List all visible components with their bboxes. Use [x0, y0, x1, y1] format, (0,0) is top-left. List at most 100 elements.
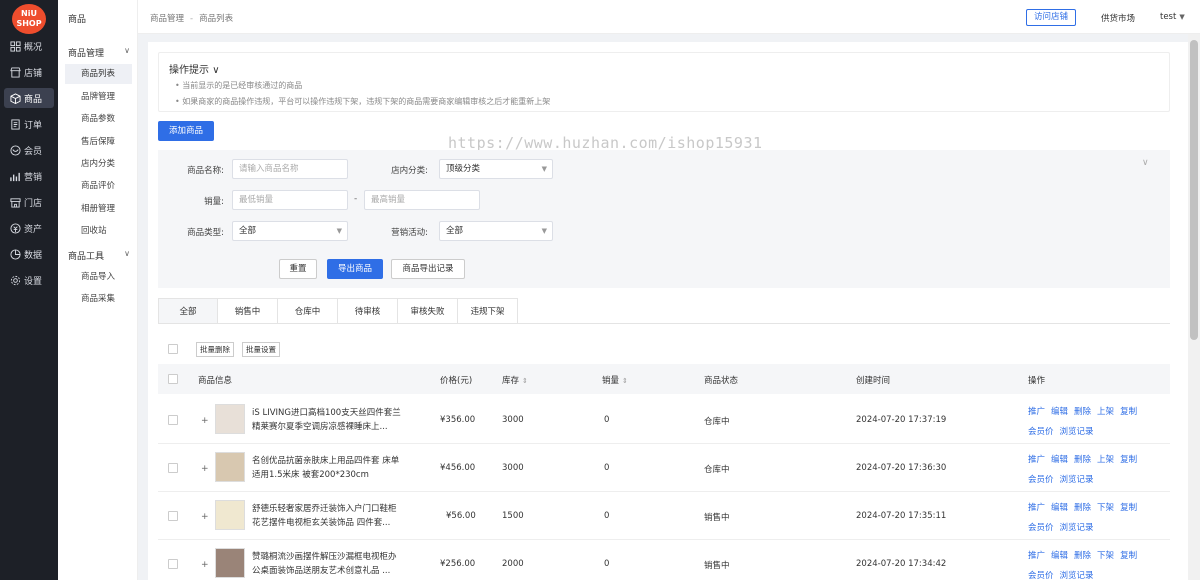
member-price-link[interactable]: 会员价 — [1028, 523, 1054, 533]
edit-link[interactable]: 编辑 — [1051, 407, 1068, 417]
nav-item-marketing[interactable]: 营销 — [4, 166, 54, 186]
goods-name-input[interactable]: 请输入商品名称 — [232, 159, 348, 179]
activity-select[interactable]: 全部 ▼ — [439, 221, 553, 241]
goods-name[interactable]: iS LIVING进口高档100支天丝四件套兰精莱赛尔夏季空调房凉感裸睡床上..… — [252, 406, 404, 434]
batch-set-button[interactable]: 批量设置 — [242, 342, 280, 357]
browse-log-link[interactable]: 浏览记录 — [1060, 571, 1094, 580]
export-log-button[interactable]: 商品导出记录 — [391, 259, 465, 279]
promote-link[interactable]: 推广 — [1028, 407, 1045, 417]
nav-item-data[interactable]: 数据 — [4, 244, 54, 264]
select-all-checkbox[interactable] — [168, 374, 178, 384]
batch-delete-button[interactable]: 批量删除 — [196, 342, 234, 357]
user-menu[interactable]: test ▼ — [1160, 12, 1185, 22]
export-goods-button[interactable]: 导出商品 — [327, 259, 383, 279]
chevron-down-icon[interactable]: ∨ — [1142, 158, 1149, 168]
promote-link[interactable]: 推广 — [1028, 503, 1045, 513]
category-select[interactable]: 顶级分类 ▼ — [439, 159, 553, 179]
nav-item-settings[interactable]: 设置 — [4, 270, 54, 290]
niushop-logo[interactable]: NiU SHOP — [12, 4, 46, 34]
tab-on-sale[interactable]: 销售中 — [218, 298, 278, 324]
goods-name[interactable]: 赞璐桐流沙画摆件解压沙漏框电视柜办公桌面装饰品送朋友艺术创意礼品 ... — [252, 550, 404, 578]
submenu-item-brand[interactable]: 品牌管理 — [65, 87, 132, 107]
member-price-link[interactable]: 会员价 — [1028, 475, 1054, 485]
visit-store-button[interactable]: 访问店铺 — [1026, 9, 1076, 26]
submenu-item-collect[interactable]: 商品采集 — [65, 289, 132, 309]
breadcrumb-goods-management[interactable]: 商品管理 — [150, 14, 184, 24]
reset-button[interactable]: 重置 — [279, 259, 317, 279]
submenu-group-goods-tools[interactable]: 商品工具 ∨ — [68, 249, 130, 262]
expand-icon[interactable]: + — [201, 464, 209, 474]
nav-item-assets[interactable]: 资产 — [4, 218, 54, 238]
submenu-item-goods-list[interactable]: 商品列表 — [65, 64, 132, 84]
shelf-link[interactable]: 上架 — [1097, 455, 1114, 465]
col-sales[interactable]: 销量 ⇕ — [602, 374, 628, 386]
nav-item-orders[interactable]: 订单 — [4, 114, 54, 134]
row-checkbox[interactable] — [168, 511, 178, 521]
row-checkbox[interactable] — [168, 559, 178, 569]
browse-log-link[interactable]: 浏览记录 — [1060, 475, 1094, 485]
goods-thumbnail[interactable] — [215, 548, 245, 578]
edit-link[interactable]: 编辑 — [1051, 551, 1068, 561]
edit-link[interactable]: 编辑 — [1051, 503, 1068, 513]
col-stock[interactable]: 库存 ⇕ — [502, 374, 528, 386]
batch-select-checkbox[interactable] — [168, 344, 178, 354]
shelf-link[interactable]: 下架 — [1097, 503, 1114, 513]
copy-link[interactable]: 复制 — [1120, 407, 1137, 417]
browse-log-link[interactable]: 浏览记录 — [1060, 427, 1094, 437]
page-scrollbar[interactable] — [1188, 34, 1200, 580]
nav-item-goods[interactable]: 商品 — [4, 88, 54, 108]
goods-type-select[interactable]: 全部 ▼ — [232, 221, 348, 241]
submenu-item-reviews[interactable]: 商品评价 — [65, 176, 132, 196]
shelf-link[interactable]: 下架 — [1097, 551, 1114, 561]
nav-item-shops[interactable]: 门店 — [4, 192, 54, 212]
goods-name[interactable]: 名创优品抗菌亲肤床上用品四件套 床单适用1.5米床 被套200*230cm — [252, 454, 404, 482]
submenu-item-params[interactable]: 商品参数 — [65, 109, 132, 129]
delete-link[interactable]: 删除 — [1074, 455, 1091, 465]
copy-link[interactable]: 复制 — [1120, 503, 1137, 513]
shelf-link[interactable]: 上架 — [1097, 407, 1114, 417]
supply-market-link[interactable]: 供货市场 — [1101, 12, 1135, 24]
tab-all[interactable]: 全部 — [158, 298, 218, 324]
row-checkbox[interactable] — [168, 463, 178, 473]
nav-item-store[interactable]: 店铺 — [4, 62, 54, 82]
tab-violation-removed[interactable]: 违规下架 — [458, 298, 518, 324]
submenu-item-recycle[interactable]: 回收站 — [65, 221, 132, 241]
sales-max-input[interactable]: 最高销量 — [364, 190, 480, 210]
add-goods-button[interactable]: 添加商品 — [158, 121, 214, 141]
goods-name[interactable]: 舒德乐轻奢家居乔迁装饰入户门口鞋柜花艺摆件电视柜玄关装饰品 四件套... — [252, 502, 404, 530]
row-checkbox[interactable] — [168, 415, 178, 425]
tab-in-warehouse[interactable]: 仓库中 — [278, 298, 338, 324]
member-price-link[interactable]: 会员价 — [1028, 427, 1054, 437]
goods-sales: 0 — [604, 415, 610, 425]
col-sales-label: 销量 — [602, 376, 620, 386]
expand-icon[interactable]: + — [201, 512, 209, 522]
promote-link[interactable]: 推广 — [1028, 551, 1045, 561]
promote-link[interactable]: 推广 — [1028, 455, 1045, 465]
expand-icon[interactable]: + — [201, 560, 209, 570]
sales-min-input[interactable]: 最低销量 — [232, 190, 348, 210]
submenu-item-category[interactable]: 店内分类 — [65, 154, 132, 174]
goods-thumbnail[interactable] — [215, 404, 245, 434]
expand-icon[interactable]: + — [201, 416, 209, 426]
tips-header[interactable]: 操作提示 ∨ — [169, 61, 220, 76]
scrollbar-thumb[interactable] — [1190, 40, 1198, 340]
delete-link[interactable]: 删除 — [1074, 503, 1091, 513]
goods-thumbnail[interactable] — [215, 452, 245, 482]
nav-item-members[interactable]: 会员 — [4, 140, 54, 160]
submenu-item-import[interactable]: 商品导入 — [65, 267, 132, 287]
member-price-link[interactable]: 会员价 — [1028, 571, 1054, 580]
tab-pending-review[interactable]: 待审核 — [338, 298, 398, 324]
tab-review-failed[interactable]: 审核失败 — [398, 298, 458, 324]
browse-log-link[interactable]: 浏览记录 — [1060, 523, 1094, 533]
submenu-item-aftersale[interactable]: 售后保障 — [65, 132, 132, 152]
copy-link[interactable]: 复制 — [1120, 455, 1137, 465]
submenu-group-goods-management[interactable]: 商品管理 ∨ — [68, 46, 130, 59]
nav-item-overview[interactable]: 概况 — [4, 36, 54, 56]
copy-link[interactable]: 复制 — [1120, 551, 1137, 561]
submenu-item-album[interactable]: 相册管理 — [65, 199, 132, 219]
delete-link[interactable]: 删除 — [1074, 551, 1091, 561]
delete-link[interactable]: 删除 — [1074, 407, 1091, 417]
edit-link[interactable]: 编辑 — [1051, 455, 1068, 465]
col-created-time: 创建时间 — [856, 376, 891, 386]
goods-thumbnail[interactable] — [215, 500, 245, 530]
